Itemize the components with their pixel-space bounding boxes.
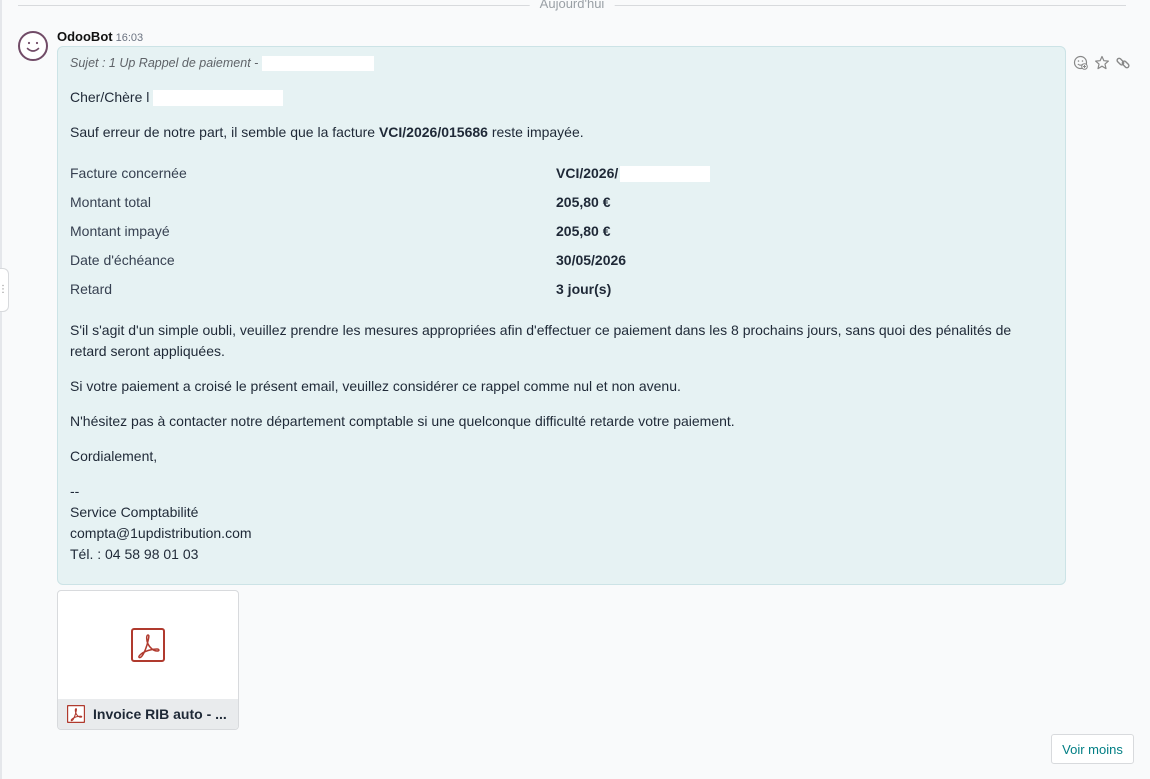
attachment-footer: Invoice RIB auto - ...: [58, 699, 238, 729]
closing: Cordialement,: [70, 448, 158, 464]
detail-label-total: Montant total: [70, 194, 151, 210]
message-actions: [1072, 54, 1131, 71]
voir-moins-button[interactable]: Voir moins: [1051, 734, 1134, 764]
paragraph-reminder-line2: retard seront appliquées.: [70, 343, 225, 359]
intro-paragraph: Sauf erreur de notre part, il semble que…: [70, 124, 584, 140]
drag-dots-icon: ⋮: [0, 284, 8, 295]
day-separator: Aujourd'hui: [18, 0, 1126, 12]
redacted-block: [620, 166, 711, 183]
pdf-icon: [131, 628, 165, 662]
subject-text: Sujet : 1 Up Rappel de paiement -: [70, 56, 259, 70]
detail-label-due-date: Date d'échéance: [70, 252, 175, 268]
detail-value-unpaid: 205,80 €: [556, 223, 611, 239]
detail-value-due-date: 30/05/2026: [556, 252, 627, 268]
detail-value-total: 205,80 €: [556, 194, 611, 210]
star-button[interactable]: [1093, 54, 1110, 71]
add-reaction-button[interactable]: [1072, 54, 1089, 71]
message-time: 16:03: [115, 32, 144, 44]
paragraph-crossed-payment: Si votre paiement a croisé le présent em…: [70, 378, 681, 394]
detail-value-invoice-text: VCI/2026/: [556, 165, 619, 181]
message-bubble: Sujet : 1 Up Rappel de paiement - Cher/C…: [57, 46, 1066, 585]
detail-value-delay: 3 jour(s): [556, 281, 612, 297]
intro-after: reste impayée.: [487, 124, 584, 140]
resize-handle[interactable]: ⋮: [0, 268, 9, 312]
left-panel-edge: [0, 0, 2, 779]
invoice-number: VCI/2026/015686: [378, 124, 488, 140]
intro-before: Sauf erreur de notre part, il semble que…: [70, 124, 379, 140]
attachment-thumbnail: [131, 628, 165, 665]
message-subject: Sujet : 1 Up Rappel de paiement -: [70, 56, 374, 72]
paragraph-reminder-line1: S'il s'agit d'un simple oubli, veuillez …: [70, 322, 1012, 338]
detail-label-delay: Retard: [70, 281, 113, 297]
redacted-block: [261, 56, 374, 72]
greeting-text: Cher/Chère l: [70, 89, 150, 105]
signature-department: Service Comptabilité: [70, 504, 199, 520]
day-separator-label: Aujourd'hui: [529, 0, 615, 11]
message-header: OdooBot 16:03: [57, 28, 143, 44]
signature-phone: Tél. : 04 58 98 01 03: [70, 546, 199, 562]
star-icon: [1094, 55, 1109, 69]
detail-label-unpaid: Montant impayé: [70, 223, 170, 239]
detail-label-invoice: Facture concernée: [70, 165, 187, 181]
signature-separator: --: [70, 483, 80, 499]
detail-value-invoice: VCI/2026/: [556, 165, 711, 183]
paragraph-contact: N'hésitez pas à contacter notre départem…: [70, 413, 735, 429]
greeting: Cher/Chère l: [70, 89, 284, 107]
smiley-icon: [26, 41, 40, 52]
attachment-card[interactable]: Invoice RIB auto - ...: [57, 590, 239, 730]
copy-link-button[interactable]: [1114, 54, 1131, 71]
signature-email[interactable]: compta@1updistribution.com: [70, 525, 252, 541]
redacted-block: [153, 90, 284, 107]
add-reaction-icon: [1073, 55, 1088, 70]
author-name[interactable]: OdooBot: [57, 29, 113, 44]
pdf-small-icon: [67, 705, 85, 723]
attachment-name: Invoice RIB auto - ...: [93, 706, 227, 722]
avatar[interactable]: [18, 31, 48, 61]
link-icon: [1115, 57, 1130, 68]
